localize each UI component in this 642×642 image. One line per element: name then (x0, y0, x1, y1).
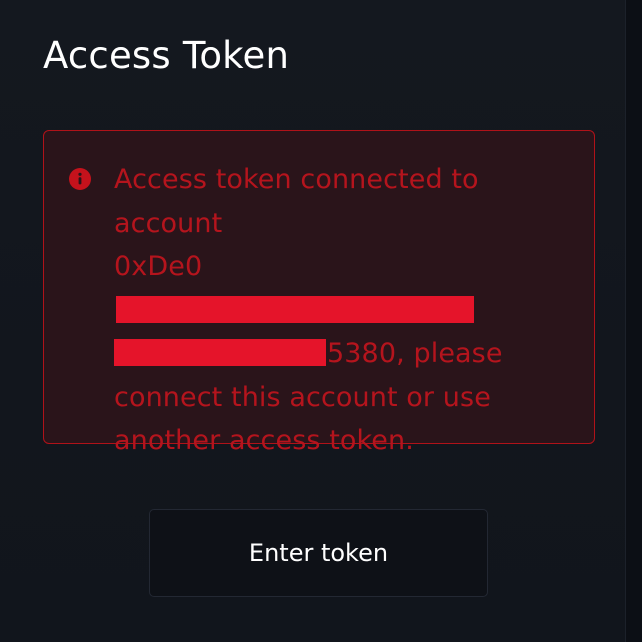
redaction-bar (116, 295, 474, 323)
error-line: another access token. (114, 425, 414, 456)
error-line: connect this account or use (114, 381, 491, 413)
address-prefix: 0xDe0 (114, 251, 203, 282)
info-icon (69, 168, 91, 190)
address-suffix: 5380, please (327, 338, 503, 369)
error-line: Access token connected to (114, 164, 479, 195)
error-alert: Access token connected to account 0xDe0 … (43, 130, 595, 456)
access-token-panel: Access Token Access token connected to a… (0, 0, 626, 642)
page-title: Access Token (43, 34, 290, 77)
error-line-address: 0xDe0 (114, 245, 554, 332)
error-line-address-end: 5380, please (114, 332, 554, 376)
error-line: account (114, 207, 223, 239)
error-message: Access token connected to account 0xDe0 … (114, 158, 554, 463)
redaction-bar (114, 339, 326, 366)
enter-token-button[interactable]: Enter token (149, 509, 488, 597)
